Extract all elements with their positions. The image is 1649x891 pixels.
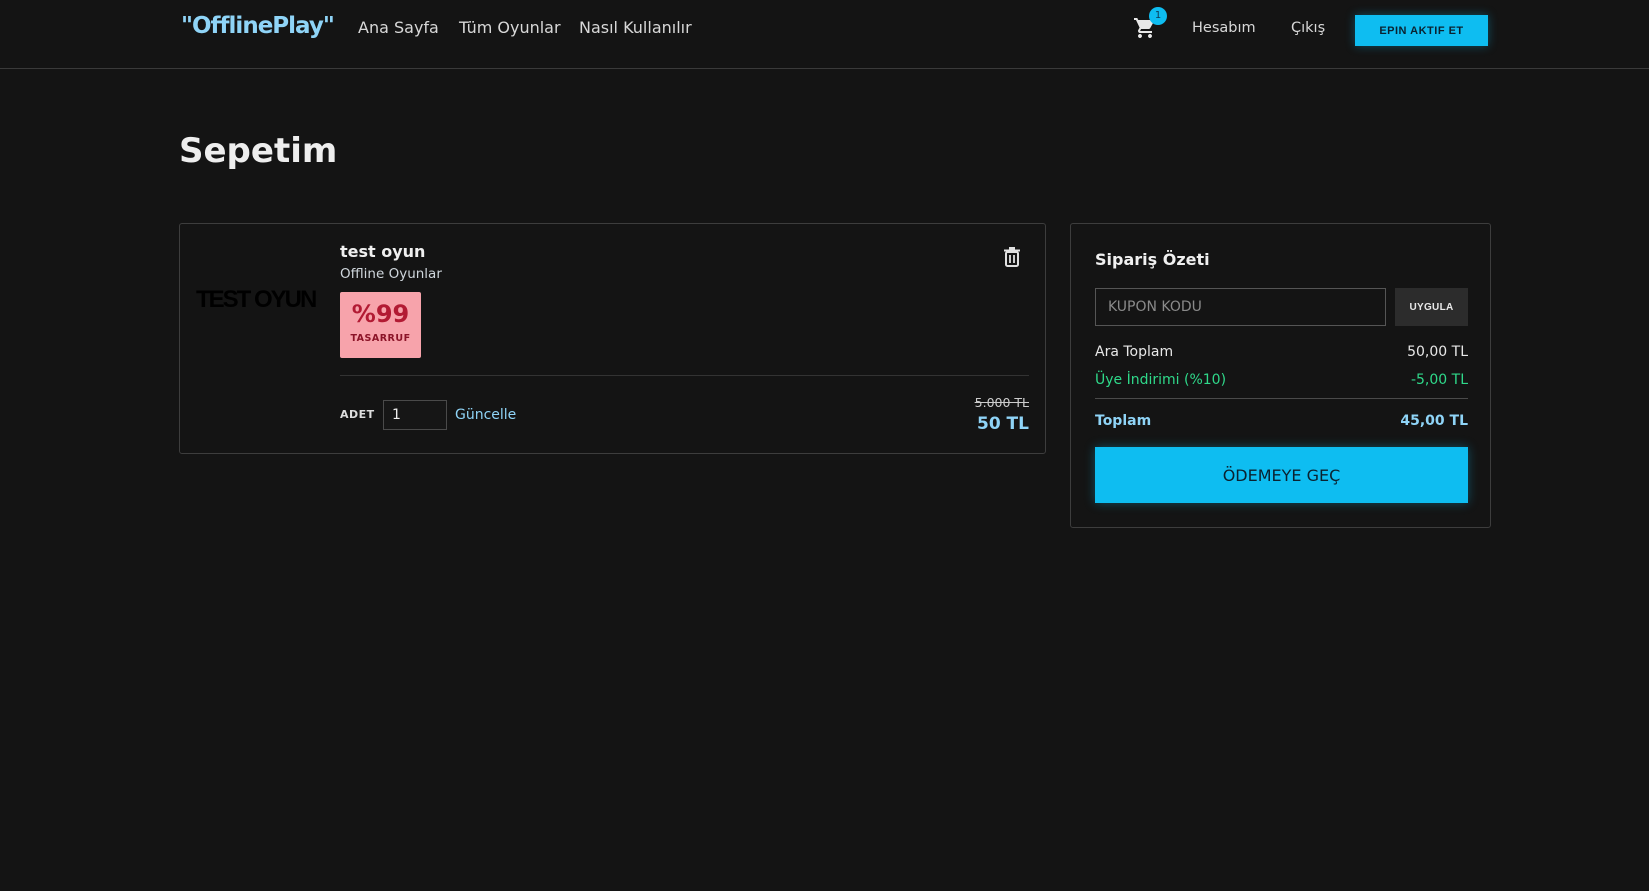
account-link[interactable]: Hesabım	[1192, 20, 1256, 36]
apply-coupon-button[interactable]: UYGULA	[1395, 288, 1468, 326]
nav-all-games-link[interactable]: Tüm Oyunlar	[459, 18, 561, 37]
quantity-input[interactable]	[383, 400, 447, 430]
subtotal-value: 50,00 TL	[1407, 344, 1468, 360]
discount-badge: %99 TASARRUF	[340, 292, 421, 358]
discounted-price: 50 TL	[976, 414, 1029, 434]
total-label: Toplam	[1095, 413, 1152, 429]
top-navbar: "OfflinePlay" Ana Sayfa Tüm Oyunlar Nası…	[0, 0, 1649, 69]
member-discount-value: -5,00 TL	[1410, 372, 1468, 388]
game-thumbnail[interactable]: TEST OYUN	[196, 286, 326, 314]
update-quantity-link[interactable]: Güncelle	[455, 407, 516, 423]
nav-home-link[interactable]: Ana Sayfa	[358, 18, 439, 37]
subtotal-label: Ara Toplam	[1095, 344, 1174, 360]
site-logo[interactable]: "OfflinePlay"	[181, 13, 335, 39]
epin-activate-button[interactable]: EPIN AKTIF ET	[1355, 15, 1488, 46]
quantity-label: ADET	[340, 408, 375, 421]
cart-item-card: TEST OYUN test oyun Offline Oyunlar %99 …	[179, 223, 1046, 454]
summary-divider	[1095, 398, 1468, 399]
order-summary-title: Sipariş Özeti	[1095, 250, 1210, 269]
total-value: 45,00 TL	[1400, 413, 1468, 429]
order-summary-card: Sipariş Özeti UYGULA Ara Toplam 50,00 TL…	[1070, 223, 1491, 528]
cart-count-badge: 1	[1149, 7, 1167, 25]
nav-how-to-use-link[interactable]: Nasıl Kullanılır	[579, 18, 692, 37]
discount-percent: %99	[351, 300, 410, 328]
page-title: Sepetim	[179, 131, 338, 171]
game-title[interactable]: test oyun	[340, 242, 425, 261]
cart-button[interactable]: 1	[1133, 7, 1167, 42]
original-price: 5.000 TL	[974, 395, 1029, 410]
trash-icon[interactable]	[1002, 246, 1022, 268]
item-divider	[340, 375, 1029, 376]
checkout-button[interactable]: ÖDEMEYE GEÇ	[1095, 447, 1468, 503]
discount-label: TASARRUF	[350, 333, 411, 344]
coupon-code-input[interactable]	[1095, 288, 1386, 326]
member-discount-label: Üye İndirimi (%10)	[1095, 372, 1227, 388]
logout-link[interactable]: Çıkış	[1291, 20, 1325, 36]
game-category: Offline Oyunlar	[340, 266, 442, 282]
